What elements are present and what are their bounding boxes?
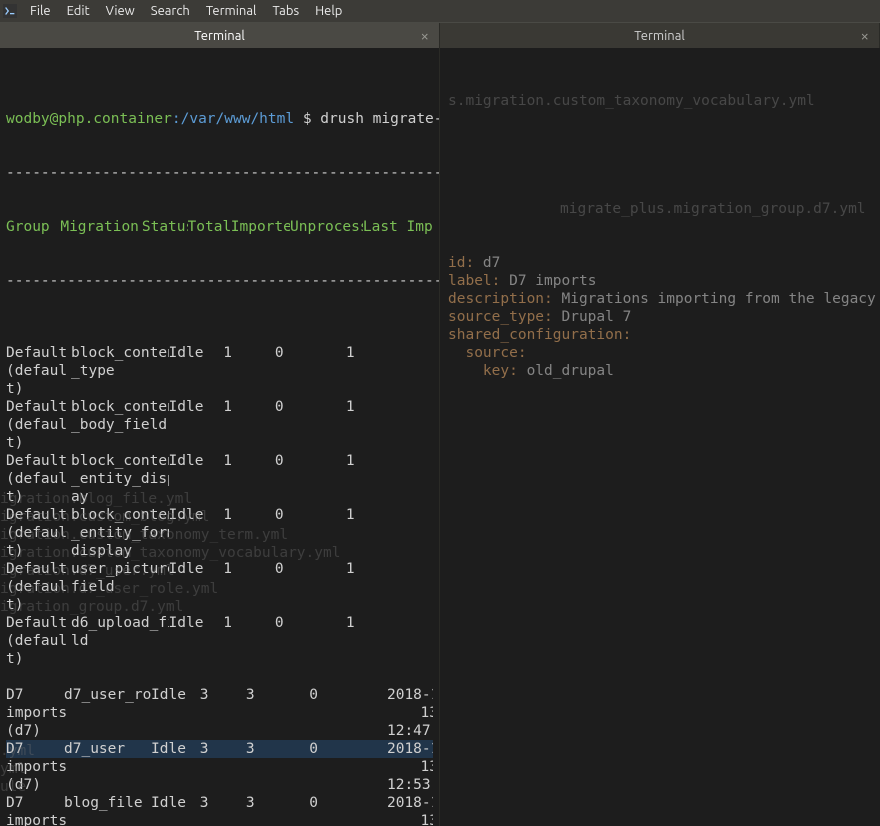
table-row: Defaultblock_contentIdle101 xyxy=(6,452,433,470)
table-row: t) xyxy=(6,650,433,668)
yaml-line: source: xyxy=(448,344,874,362)
tabbar: Terminal × Terminal × xyxy=(0,22,880,48)
table-row: Defaultblock_contentIdle101 xyxy=(6,398,433,416)
tab-title-1: Terminal xyxy=(194,29,245,43)
table-row: (defaul_body_field xyxy=(6,416,433,434)
table-row: t)display xyxy=(6,542,433,560)
menu-edit[interactable]: Edit xyxy=(59,4,98,18)
menu-help[interactable]: Help xyxy=(307,4,350,18)
tab-close-2[interactable]: × xyxy=(861,27,869,44)
separator-top: ----------------------------------------… xyxy=(6,164,433,182)
terminal-pane-right[interactable]: s.migration.custom_taxonomy_vocabulary.y… xyxy=(440,48,880,826)
table-row: imports13 xyxy=(6,758,433,776)
header-imported: Imported xyxy=(231,218,290,236)
header-unprocessed: Unprocessed xyxy=(290,218,363,236)
table-row: D7blog_fileIdle3302018-11- xyxy=(6,794,433,812)
header-migration: Migration ID xyxy=(60,218,142,236)
table-row: t) xyxy=(6,596,433,614)
yaml-line: source_type: Drupal 7 xyxy=(448,308,874,326)
header-status: Status xyxy=(142,218,188,236)
header-group: Group xyxy=(6,218,60,236)
command-text: drush migrate-status xyxy=(320,111,440,127)
tab-terminal-1[interactable]: Terminal × xyxy=(0,23,440,48)
table-row: (defaul_entity_displ xyxy=(6,470,433,488)
table-row: Defaultblock_contentIdle101 xyxy=(6,344,433,362)
menu-view[interactable]: View xyxy=(98,4,143,18)
table-row: (defaulfield xyxy=(6,578,433,596)
header-last: Last Imported xyxy=(363,218,433,236)
yaml-line: id: d7 xyxy=(448,254,874,272)
table-row: (d7)12:53:12 xyxy=(6,776,433,794)
table-row: t)ay xyxy=(6,488,433,506)
terminal-pane-left[interactable]: wodby@php.container:/var/www/html $ drus… xyxy=(0,48,440,826)
tab-close-1[interactable]: × xyxy=(421,27,429,44)
menu-tabs[interactable]: Tabs xyxy=(264,4,307,18)
yaml-line: key: old_drupal xyxy=(448,362,874,380)
table-row: Defaultblock_contentIdle101 xyxy=(6,506,433,524)
table-row: (defaul_type xyxy=(6,362,433,380)
yaml-line: label: D7 imports xyxy=(448,272,874,290)
table-header: Group Migration ID Status Total Imported… xyxy=(6,218,433,236)
table-row: Defaultuser_picture_Idle101 xyxy=(6,560,433,578)
menubar[interactable]: File Edit View Search Terminal Tabs Help xyxy=(0,0,880,22)
table-row: (d7)12:47:40 xyxy=(6,722,433,740)
yaml-line: shared_configuration: xyxy=(448,326,874,344)
prompt-line: wodby@php.container:/var/www/html $ drus… xyxy=(6,110,433,128)
prompt-user: wodby@php.container xyxy=(6,111,172,127)
table-row: imports13 xyxy=(6,812,433,826)
table-body: Defaultblock_contentIdle101(defaul_typet… xyxy=(6,344,433,826)
terminal-app-icon xyxy=(3,4,17,18)
menu-search[interactable]: Search xyxy=(143,4,198,18)
table-row: (defaulld xyxy=(6,632,433,650)
table-row: D7d7_user_roleIdle3302018-11- xyxy=(6,686,433,704)
yaml-content: id: d7label: D7 importsdescription: Migr… xyxy=(448,254,874,380)
header-total: Total xyxy=(188,218,231,236)
tab-terminal-2[interactable]: Terminal × xyxy=(440,23,880,48)
file-path-line-1: s.migration.custom_taxonomy_vocabulary.y… xyxy=(448,92,874,110)
tab-title-2: Terminal xyxy=(634,29,685,43)
table-row: D7d7_userIdle3302018-11- xyxy=(6,740,433,758)
table-row: (defaul_entity_form_ xyxy=(6,524,433,542)
table-row: Defaultd6_upload_fieIdle101 xyxy=(6,614,433,632)
prompt-symbol: $ xyxy=(303,111,320,127)
separator-mid: ----------------------------------------… xyxy=(6,272,433,290)
table-row: t) xyxy=(6,434,433,452)
prompt-path: :/var/www/html xyxy=(172,111,303,127)
table-row: t) xyxy=(6,380,433,398)
yaml-line: description: Migrations importing from t… xyxy=(448,290,874,308)
table-row: imports13 xyxy=(6,704,433,722)
file-path-line-2: migrate_plus.migration_group.d7.yml xyxy=(448,200,874,218)
menu-terminal[interactable]: Terminal xyxy=(198,4,265,18)
menu-file[interactable]: File xyxy=(22,4,59,18)
